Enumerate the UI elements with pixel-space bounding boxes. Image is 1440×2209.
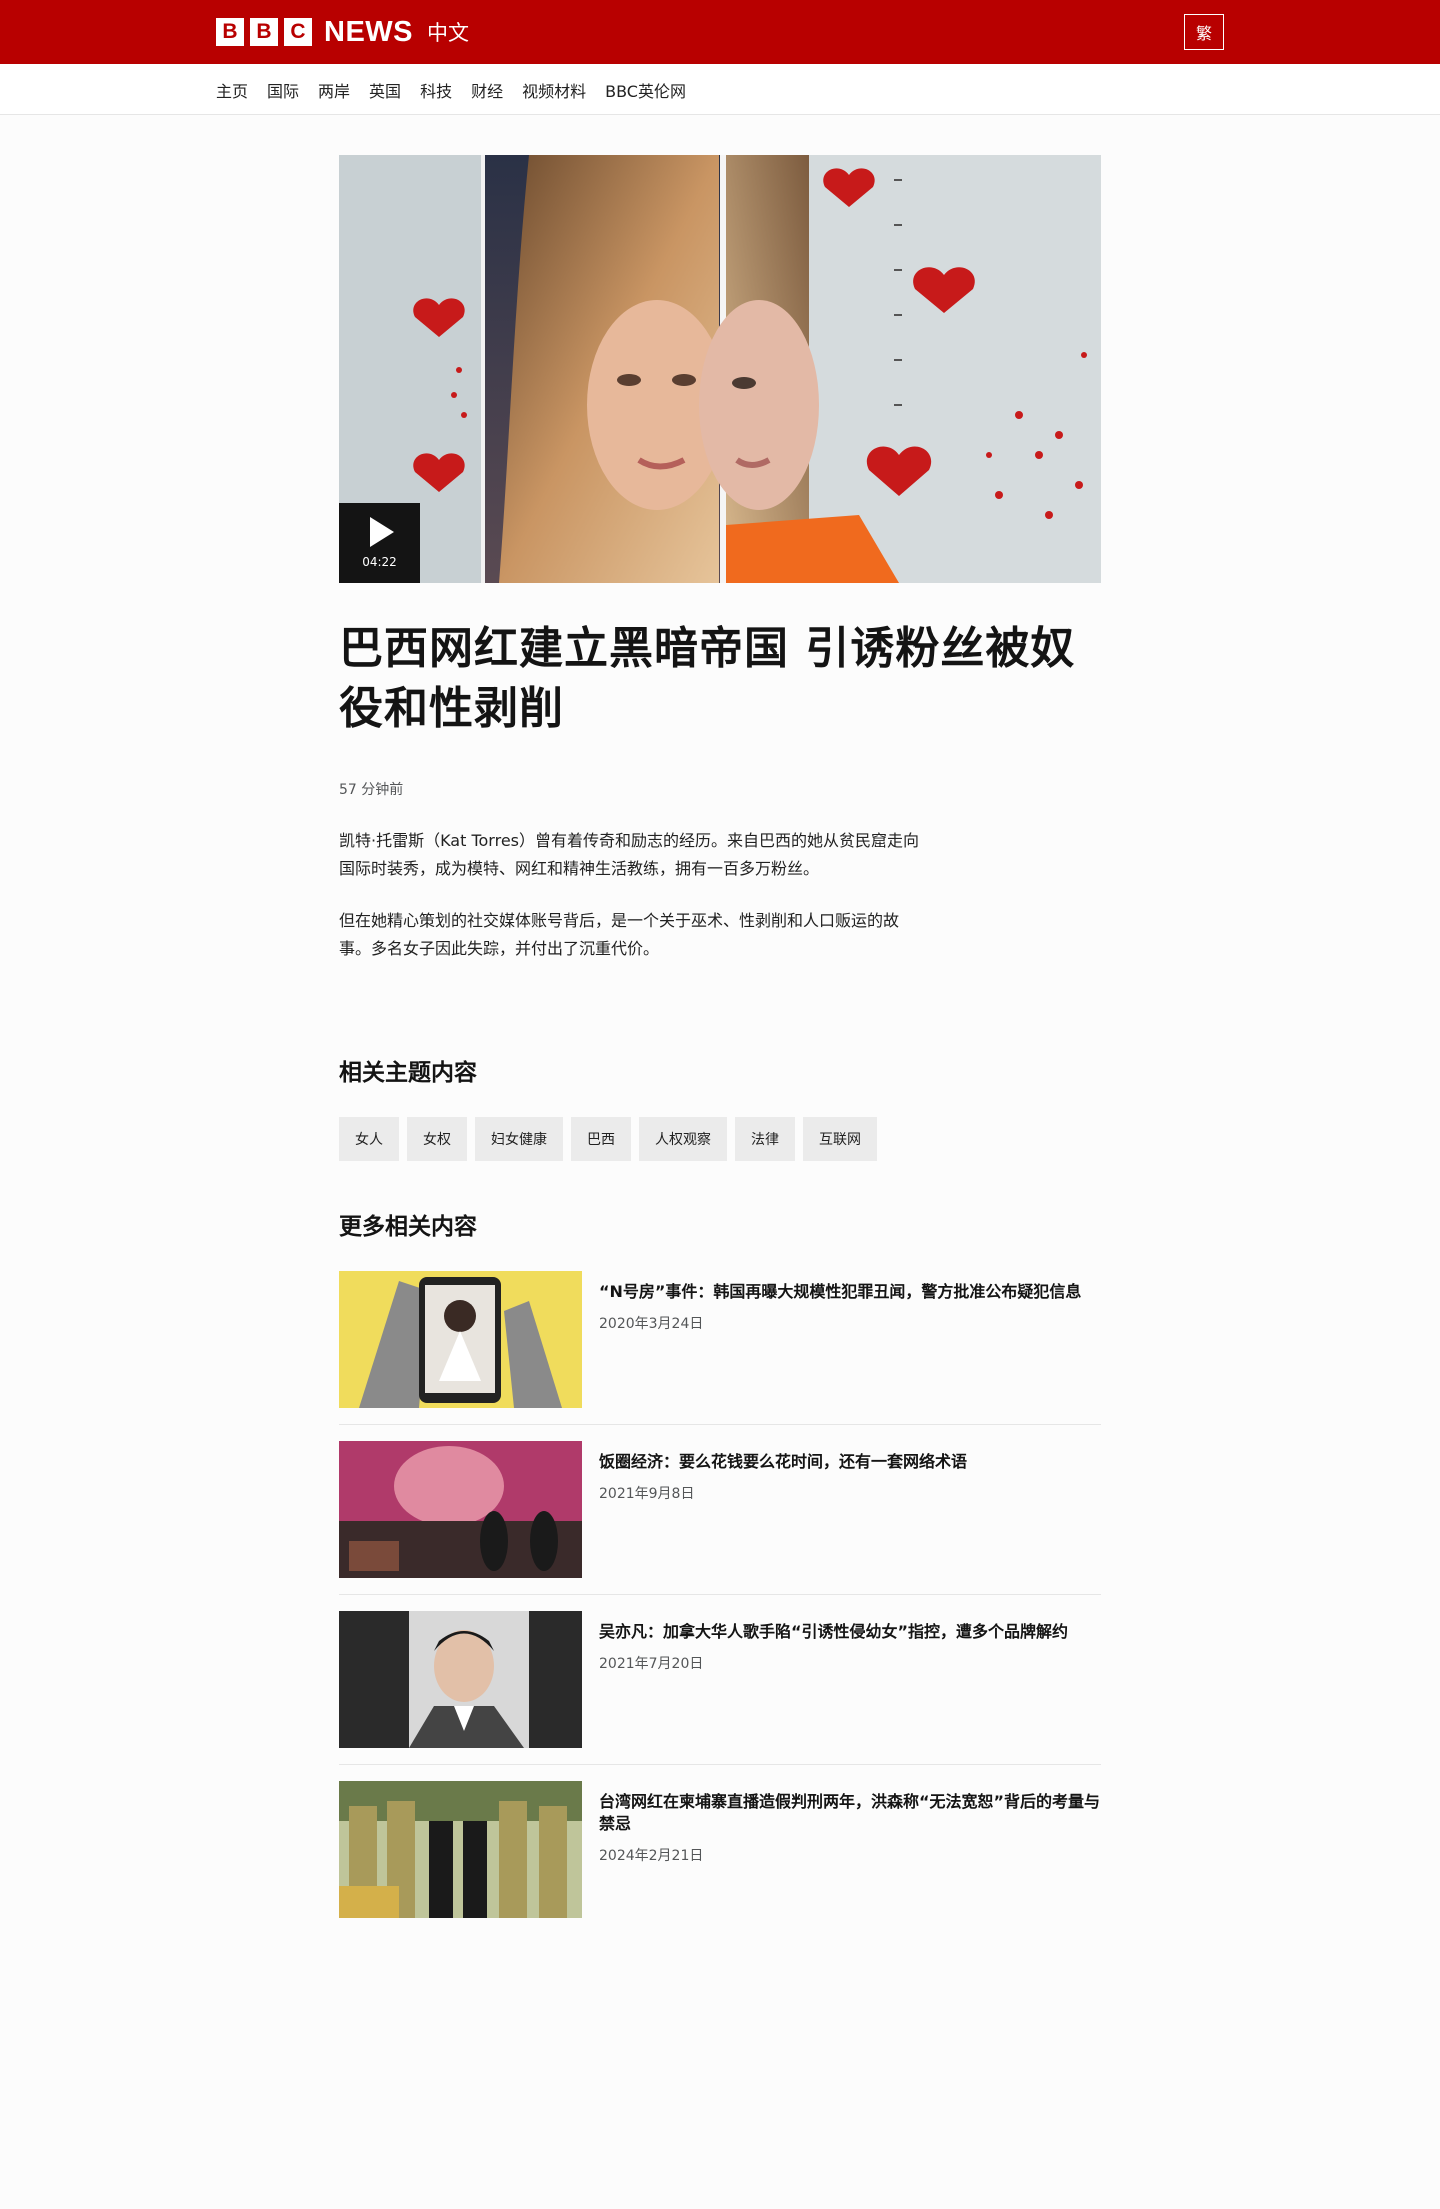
topic-tags: 女人 女权 妇女健康 巴西 人权观察 法律 互联网 — [339, 1117, 1101, 1161]
play-icon — [369, 517, 394, 547]
topic-tag-brazil[interactable]: 巴西 — [571, 1117, 631, 1161]
topic-tag-women[interactable]: 女人 — [339, 1117, 399, 1161]
nav-item-cross-strait[interactable]: 两岸 — [318, 78, 350, 102]
related-list: “N号房”事件：韩国再曝大规模性犯罪丑闻，警方批准公布疑犯信息 2020年3月2… — [339, 1271, 1101, 1934]
nav-item-home[interactable]: 主页 — [216, 78, 248, 102]
logo-letter-b1: B — [216, 18, 244, 46]
topic-tag-law[interactable]: 法律 — [735, 1117, 795, 1161]
related-title[interactable]: 饭圈经济：要么花钱要么花时间，还有一套网络术语 — [599, 1451, 967, 1473]
related-date: 2021年7月20日 — [599, 1656, 704, 1672]
nav-item-bbc-uk-china[interactable]: BBC英伦网 — [605, 78, 686, 102]
related-item[interactable]: 饭圈经济：要么花钱要么花时间，还有一套网络术语 2021年9月8日 — [339, 1441, 1101, 1595]
video-thumbnail-image — [339, 155, 1101, 583]
logo-letter-b2: B — [250, 18, 278, 46]
related-title[interactable]: 台湾网红在柬埔寨直播造假判刑两年，洪森称“无法宽恕”背后的考量与禁忌 — [599, 1791, 1101, 1835]
article-timestamp: 57 分钟前 — [339, 782, 404, 798]
topic-tag-internet[interactable]: 互联网 — [803, 1117, 877, 1161]
related-thumbnail — [339, 1781, 582, 1918]
article-paragraph-2: 但在她精心策划的社交媒体账号背后，是一个关于巫术、性剥削和人口贩运的故事。多名女… — [339, 911, 900, 958]
nav-item-uk[interactable]: 英国 — [369, 78, 401, 102]
bbc-news-logo[interactable]: B B C NEWS 中文 — [216, 16, 469, 49]
topic-tag-womens-health[interactable]: 妇女健康 — [475, 1117, 563, 1161]
related-title[interactable]: 吴亦凡：加拿大华人歌手陷“引诱性侵幼女”指控，遭多个品牌解约 — [599, 1621, 1068, 1643]
related-date: 2024年2月21日 — [599, 1848, 704, 1864]
related-thumbnail — [339, 1441, 582, 1578]
related-item[interactable]: 吴亦凡：加拿大华人歌手陷“引诱性侵幼女”指控，遭多个品牌解约 2021年7月20… — [339, 1611, 1101, 1765]
nav-item-video[interactable]: 视频材料 — [522, 78, 586, 102]
related-topics-title: 相关主题内容 — [339, 1060, 477, 1086]
video-duration: 04:22 — [362, 555, 397, 569]
related-thumbnail — [339, 1271, 582, 1408]
related-date: 2021年9月8日 — [599, 1486, 695, 1502]
video-player[interactable]: 04:22 — [339, 155, 1101, 583]
related-thumbnail — [339, 1611, 582, 1748]
related-item[interactable]: 台湾网红在柬埔寨直播造假判刑两年，洪森称“无法宽恕”背后的考量与禁忌 2024年… — [339, 1781, 1101, 1934]
site-header: B B C NEWS 中文 繁 — [0, 0, 1440, 64]
logo-news-text: NEWS — [324, 15, 413, 48]
related-title[interactable]: “N号房”事件：韩国再曝大规模性犯罪丑闻，警方批准公布疑犯信息 — [599, 1281, 1081, 1303]
nav-item-international[interactable]: 国际 — [267, 78, 299, 102]
topic-tag-human-rights[interactable]: 人权观察 — [639, 1117, 727, 1161]
related-item[interactable]: “N号房”事件：韩国再曝大规模性犯罪丑闻，警方批准公布疑犯信息 2020年3月2… — [339, 1271, 1101, 1425]
article-headline: 巴西网红建立黑暗帝国 引诱粉丝被奴役和性剥削 — [339, 623, 1076, 734]
main-navigation: 主页 国际 两岸 英国 科技 财经 视频材料 BBC英伦网 — [0, 64, 1440, 115]
related-date: 2020年3月24日 — [599, 1316, 704, 1332]
traditional-chinese-switch-button[interactable]: 繁 — [1184, 14, 1224, 50]
nav-item-finance[interactable]: 财经 — [471, 78, 503, 102]
article-paragraph-1: 凯特·托雷斯（Kat Torres）曾有着传奇和励志的经历。来自巴西的她从贫民窟… — [339, 831, 920, 878]
logo-letter-c: C — [284, 18, 312, 46]
more-related-title: 更多相关内容 — [339, 1214, 477, 1240]
topic-tag-feminism[interactable]: 女权 — [407, 1117, 467, 1161]
play-button[interactable]: 04:22 — [339, 503, 420, 583]
article-main: 04:22 巴西网红建立黑暗帝国 引诱粉丝被奴役和性剥削 57 分钟前 凯特·托… — [339, 115, 1101, 1934]
logo-language-text: 中文 — [427, 21, 469, 45]
nav-item-tech[interactable]: 科技 — [420, 78, 452, 102]
